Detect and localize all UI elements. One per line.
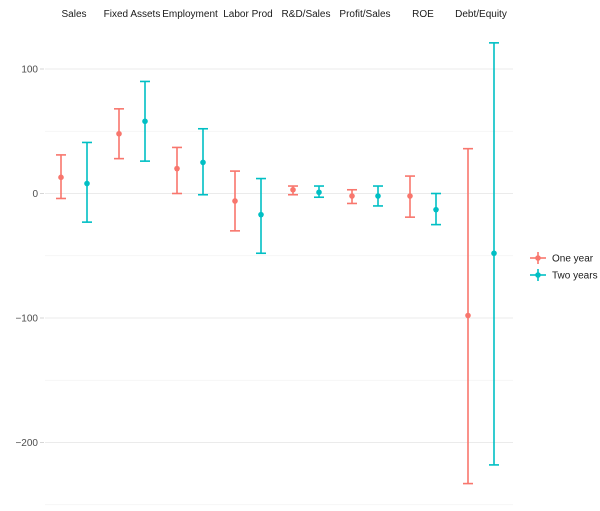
- facet-label: Sales: [61, 9, 86, 20]
- point-estimate: [290, 186, 296, 193]
- y-axis: 100 0 −100 −200: [15, 65, 44, 449]
- point-estimate: [58, 174, 64, 181]
- y-tick-label: 0: [32, 189, 38, 200]
- errorbar: [431, 192, 441, 226]
- point-estimate: [84, 180, 90, 187]
- legend: One year Two years: [530, 252, 598, 282]
- errorbar: [405, 175, 415, 218]
- errorbar: [82, 141, 92, 223]
- facet-label: Profit/Sales: [339, 9, 390, 20]
- point-estimate: [375, 193, 381, 199]
- legend-label: One year: [552, 254, 594, 265]
- point-estimate: [349, 193, 355, 199]
- chart: 100 0 −100 −200 Sales Fixed Assets Employment…: [15, 9, 598, 506]
- facet-label: Fixed Assets: [104, 9, 161, 20]
- errorbar: [172, 146, 182, 195]
- legend-key-point: [535, 255, 541, 261]
- y-tick-label: 100: [21, 65, 38, 76]
- facet-label: Labor Prod: [223, 9, 272, 20]
- y-tick-label: −200: [15, 438, 38, 449]
- point-estimate: [491, 250, 497, 257]
- legend-item: Two years: [530, 269, 598, 282]
- y-tick-label: −100: [15, 314, 38, 325]
- error-bars: [56, 42, 499, 485]
- facet-label: R&D/Sales: [282, 9, 331, 20]
- point-estimate: [433, 206, 439, 213]
- errorbar: [373, 185, 383, 207]
- point-estimate: [232, 198, 238, 204]
- facet-label: ROE: [412, 9, 434, 20]
- facet-labels: Sales Fixed Assets Employment Labor Prod R&D…: [61, 9, 506, 20]
- errorbar: [489, 42, 499, 466]
- point-estimate: [316, 189, 322, 196]
- facet-label: Debt/Equity: [455, 9, 507, 20]
- errorbar: [56, 154, 66, 200]
- errorbar: [347, 188, 357, 205]
- errorbar: [198, 127, 208, 196]
- errorbar: [114, 108, 124, 160]
- legend-key-point: [535, 272, 541, 278]
- point-estimate: [174, 165, 180, 172]
- point-estimate: [258, 211, 264, 218]
- point-estimate: [465, 312, 471, 319]
- facet-label: Employment: [162, 9, 218, 20]
- legend-item: One year: [530, 252, 594, 265]
- point-estimate: [200, 159, 206, 166]
- errorbar: [463, 147, 473, 485]
- point-estimate: [116, 130, 122, 137]
- errorbar: [230, 170, 240, 232]
- errorbar: [140, 80, 150, 162]
- point-estimate: [407, 193, 413, 199]
- errorbar: [314, 185, 324, 199]
- gridlines: [45, 68, 513, 506]
- errorbar: [256, 177, 266, 255]
- point-estimate: [142, 118, 148, 125]
- legend-label: Two years: [552, 271, 598, 282]
